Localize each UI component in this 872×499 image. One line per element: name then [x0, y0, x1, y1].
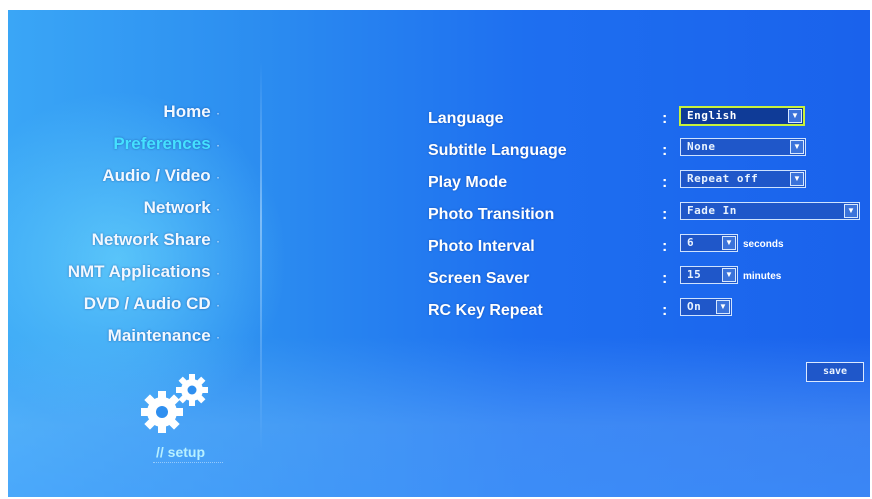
menu-item-network-share[interactable]: Network Share · [68, 224, 220, 256]
unit-label: seconds [743, 239, 784, 250]
menu-bullet: · [216, 237, 220, 248]
chevron-down-icon: ▼ [716, 300, 730, 314]
menu-bullet: · [216, 333, 220, 344]
chevron-down-icon: ▼ [844, 204, 858, 218]
select-value: English [687, 109, 737, 122]
menu-bullet: · [216, 173, 220, 184]
menu-item-maintenance[interactable]: Maintenance · [68, 320, 220, 352]
setting-label: Screen Saver [428, 270, 530, 287]
play-mode-select[interactable]: Repeat off ▼ [680, 170, 806, 188]
menu-bullet: · [216, 269, 220, 280]
setting-label: Photo Transition [428, 206, 555, 223]
unit-label: minutes [743, 271, 782, 282]
select-value: Fade In [687, 204, 737, 217]
menu-item-preferences[interactable]: Preferences · [68, 128, 220, 160]
menu-bullet: · [216, 141, 220, 152]
menu-item-dvd-audio-cd[interactable]: DVD / Audio CD · [68, 288, 220, 320]
setting-colon: : [662, 174, 668, 191]
setting-colon: : [662, 206, 668, 223]
setting-colon: : [662, 110, 668, 127]
setting-colon: : [662, 238, 668, 255]
gear-icon [141, 374, 208, 433]
select-value: None [687, 140, 716, 153]
select-value: Repeat off [687, 172, 759, 185]
menu-item-audio-video[interactable]: Audio / Video · [68, 160, 220, 192]
menu-bullet: · [216, 301, 220, 312]
tv-screen: Home · Preferences · Audio / Video · Networ… [8, 10, 870, 497]
menu-item-nmt-applications[interactable]: NMT Applications · [68, 256, 220, 288]
settings-menu: Home · Preferences · Audio / Video · Networ… [68, 96, 220, 352]
chevron-down-icon: ▼ [788, 109, 802, 123]
setting-label: Subtitle Language [428, 142, 567, 159]
select-value: On [687, 300, 702, 313]
screen-saver-select[interactable]: 15 ▼ [680, 266, 738, 284]
setup-label: // setup [156, 444, 206, 460]
chevron-down-icon: ▼ [790, 172, 804, 186]
setting-label: Play Mode [428, 174, 508, 191]
menu-bullet: · [216, 109, 220, 120]
chevron-down-icon: ▼ [722, 236, 736, 250]
chevron-down-icon: ▼ [790, 140, 804, 154]
menu-bullet: · [216, 205, 220, 216]
setting-label: Language [428, 110, 504, 127]
menu-item-home[interactable]: Home · [68, 96, 220, 128]
menu-divider [260, 62, 262, 452]
subtitle-language-select[interactable]: None ▼ [680, 138, 806, 156]
setting-label: Photo Interval [428, 238, 535, 255]
photo-interval-select[interactable]: 6 ▼ [680, 234, 738, 252]
rc-key-repeat-select[interactable]: On ▼ [680, 298, 732, 316]
chevron-down-icon: ▼ [722, 268, 736, 282]
menu-item-network[interactable]: Network · [68, 192, 220, 224]
setting-colon: : [662, 142, 668, 159]
setting-label: RC Key Repeat [428, 302, 543, 319]
setting-colon: : [662, 270, 668, 287]
language-select[interactable]: English ▼ [679, 106, 805, 126]
setting-colon: : [662, 302, 668, 319]
setup-underline [153, 462, 223, 469]
photo-transition-select[interactable]: Fade In ▼ [680, 202, 860, 220]
select-value: 15 [687, 268, 702, 281]
save-button[interactable]: save [806, 362, 864, 382]
select-value: 6 [687, 236, 695, 249]
